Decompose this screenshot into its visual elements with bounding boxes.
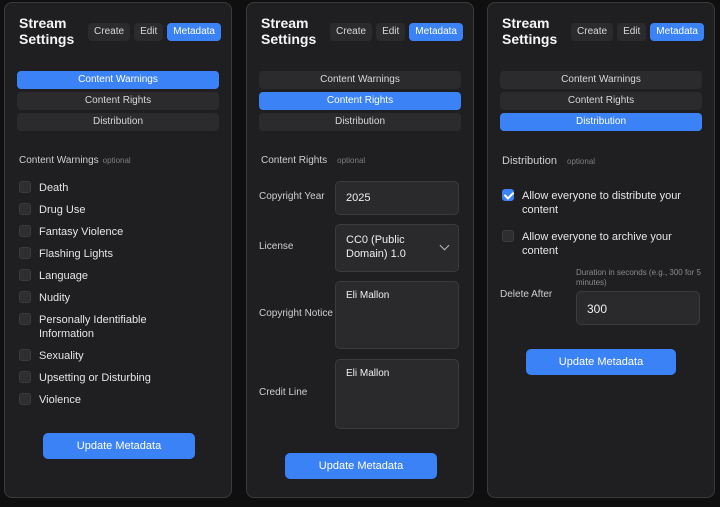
tab-edit[interactable]: Edit <box>617 23 647 41</box>
checkbox[interactable] <box>19 393 31 405</box>
warning-language[interactable]: Language <box>19 269 221 283</box>
checkbox-label: Nudity <box>39 292 71 304</box>
checkbox-label: Fantasy Violence <box>39 226 124 238</box>
distribution-panel: Stream Settings Create Edit Metadata Con… <box>487 2 715 498</box>
warning-death[interactable]: Death <box>19 181 221 195</box>
delete-after-input[interactable]: 300 <box>576 291 700 325</box>
checkbox[interactable] <box>19 225 31 237</box>
section-heading-label: Content Warnings <box>19 155 99 166</box>
checkbox-label: Drug Use <box>39 204 86 216</box>
panel-title: Stream Settings <box>19 15 75 47</box>
warning-drug-use[interactable]: Drug Use <box>19 203 221 217</box>
section-content-rights[interactable]: Content Rights <box>500 92 702 110</box>
optional-tag: optional <box>102 156 131 165</box>
checkbox-label: Allow everyone to archive your content <box>522 231 672 257</box>
tab-bar: Create Edit Metadata <box>330 23 463 41</box>
copyright-year-label: Copyright Year <box>259 191 325 202</box>
update-metadata-button[interactable]: Update Metadata <box>43 433 195 459</box>
checkbox[interactable] <box>19 313 31 325</box>
checkbox-label: Allow everyone to distribute your conten… <box>522 190 681 216</box>
checkbox[interactable] <box>19 371 31 383</box>
content-rights-panel: Stream Settings Create Edit Metadata Con… <box>246 2 474 498</box>
tab-create[interactable]: Create <box>330 23 373 41</box>
panel-title: Stream Settings <box>261 15 317 47</box>
checkbox[interactable] <box>19 349 31 361</box>
section-heading: Distribution optional <box>502 155 595 167</box>
section-heading: Content Warnings optional <box>19 155 131 166</box>
tab-create[interactable]: Create <box>571 23 614 41</box>
credit-line-textarea[interactable]: Eli Mallon <box>335 359 459 429</box>
copyright-notice-textarea[interactable]: Eli Mallon <box>335 281 459 349</box>
checkbox[interactable] <box>19 291 31 303</box>
checkbox-label: Personally Identifiable Information <box>39 314 147 340</box>
checkbox-checked[interactable] <box>502 189 514 201</box>
screen: Stream Settings Create Edit Metadata Con… <box>0 0 720 507</box>
warning-nudity[interactable]: Nudity <box>19 291 221 305</box>
checkbox-label: Language <box>39 270 88 282</box>
tab-metadata[interactable]: Metadata <box>409 23 463 41</box>
section-heading-label: Content Rights <box>261 155 328 166</box>
section-selector: Content Warnings Content Rights Distribu… <box>259 71 461 134</box>
tab-edit[interactable]: Edit <box>134 23 164 41</box>
update-metadata-button[interactable]: Update Metadata <box>285 453 437 479</box>
checkbox-label: Death <box>39 182 69 194</box>
section-selector: Content Warnings Content Rights Distribu… <box>500 71 702 134</box>
section-heading-label: Distribution <box>502 155 558 167</box>
license-label: License <box>259 241 294 252</box>
warning-sexuality[interactable]: Sexuality <box>19 349 221 363</box>
warnings-list: Death Drug Use Fantasy Violence Flashing… <box>19 181 221 415</box>
tab-bar: Create Edit Metadata <box>571 23 704 41</box>
delete-after-hint: Duration in seconds (e.g., 300 for 5 min… <box>576 268 701 287</box>
tab-edit[interactable]: Edit <box>376 23 406 41</box>
checkbox[interactable] <box>19 203 31 215</box>
warning-fantasy-violence[interactable]: Fantasy Violence <box>19 225 221 239</box>
checkbox-label: Violence <box>39 394 81 406</box>
delete-after-label: Delete After <box>500 289 553 300</box>
copyright-year-input[interactable]: 2025 <box>335 181 459 215</box>
credit-line-label: Credit Line <box>259 387 308 398</box>
chevron-down-icon <box>439 240 450 251</box>
tab-metadata[interactable]: Metadata <box>650 23 704 41</box>
tab-metadata[interactable]: Metadata <box>167 23 221 41</box>
section-content-rights[interactable]: Content Rights <box>17 92 219 110</box>
copyright-notice-label: Copyright Notice <box>259 308 333 319</box>
update-metadata-button[interactable]: Update Metadata <box>526 349 676 375</box>
checkbox-label: Flashing Lights <box>39 248 113 260</box>
section-distribution[interactable]: Distribution <box>500 113 702 131</box>
license-value: CC0 (Public Domain) 1.0 <box>346 234 406 260</box>
content-warnings-panel: Stream Settings Create Edit Metadata Con… <box>4 2 232 498</box>
warning-violence[interactable]: Violence <box>19 393 221 407</box>
section-content-warnings[interactable]: Content Warnings <box>500 71 702 89</box>
section-distribution[interactable]: Distribution <box>259 113 461 131</box>
section-content-warnings[interactable]: Content Warnings <box>17 71 219 89</box>
section-selector: Content Warnings Content Rights Distribu… <box>17 71 219 134</box>
section-content-warnings[interactable]: Content Warnings <box>259 71 461 89</box>
license-select[interactable]: CC0 (Public Domain) 1.0 <box>335 224 459 272</box>
warning-flashing-lights[interactable]: Flashing Lights <box>19 247 221 261</box>
checkbox[interactable] <box>19 247 31 259</box>
warning-pii[interactable]: Personally Identifiable Information <box>19 313 221 341</box>
allow-archive-option[interactable]: Allow everyone to archive your content <box>502 230 704 258</box>
checkbox[interactable] <box>502 230 514 242</box>
checkbox-label: Upsetting or Disturbing <box>39 372 151 384</box>
optional-tag: optional <box>567 157 596 166</box>
optional-tag: optional <box>337 156 366 165</box>
tab-create[interactable]: Create <box>88 23 131 41</box>
section-content-rights[interactable]: Content Rights <box>259 92 461 110</box>
allow-distribute-option[interactable]: Allow everyone to distribute your conten… <box>502 189 704 217</box>
panel-title: Stream Settings <box>502 15 558 47</box>
checkbox-label: Sexuality <box>39 350 84 362</box>
checkbox[interactable] <box>19 269 31 281</box>
section-heading: Content Rights optional <box>261 155 365 166</box>
warning-upsetting[interactable]: Upsetting or Disturbing <box>19 371 221 385</box>
checkbox[interactable] <box>19 181 31 193</box>
section-distribution[interactable]: Distribution <box>17 113 219 131</box>
tab-bar: Create Edit Metadata <box>88 23 221 41</box>
